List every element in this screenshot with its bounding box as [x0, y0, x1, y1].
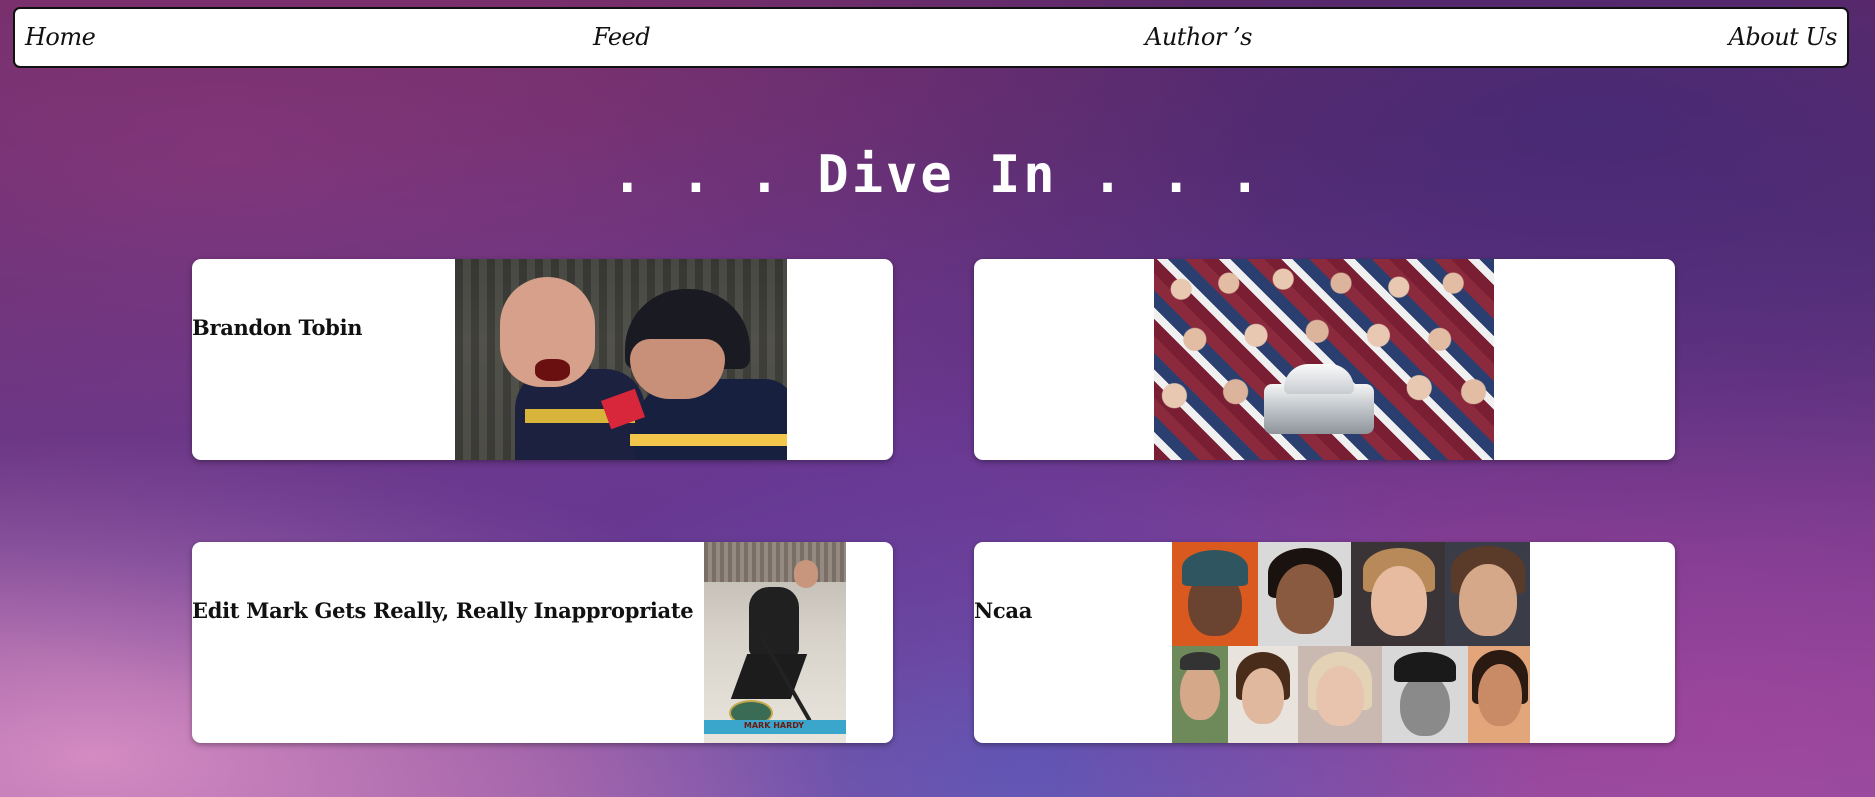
card-image-portrait-collage — [1172, 542, 1530, 743]
card-image-team-celebration — [1154, 259, 1494, 460]
article-card[interactable]: Ncaa — [974, 542, 1675, 743]
card-title: Brandon Tobin — [192, 315, 363, 340]
portrait-tile — [1351, 542, 1445, 646]
top-navbar: Home Feed Author ’s About Us — [13, 7, 1849, 68]
article-card[interactable] — [974, 259, 1675, 460]
page-title: . . . Dive In . . . — [611, 144, 1264, 205]
portrait-tile — [1382, 646, 1468, 743]
article-card[interactable]: Edit Mark Gets Really, Really Inappropri… — [192, 542, 893, 743]
portrait-tile — [1172, 646, 1228, 743]
portrait-tile — [1445, 542, 1530, 646]
article-card[interactable]: Brandon Tobin — [192, 259, 893, 460]
card-title: Edit Mark Gets Really, Really Inappropri… — [192, 598, 694, 623]
nav-home-link[interactable]: Home — [25, 23, 96, 51]
nav-feed-link[interactable]: Feed — [593, 23, 651, 51]
portrait-tile — [1172, 542, 1258, 646]
portrait-tile — [1468, 646, 1530, 743]
card-title: Ncaa — [974, 598, 1032, 623]
nav-about-link[interactable]: About Us — [1729, 23, 1838, 51]
card-image-hockey-fight — [455, 259, 787, 460]
card-image-hockey-trading-card: MARK HARDY — [704, 542, 846, 743]
portrait-tile — [1258, 542, 1351, 646]
portrait-tile — [1298, 646, 1382, 743]
trading-card-name: MARK HARDY — [743, 721, 805, 730]
nav-authors-link[interactable]: Author ’s — [1145, 23, 1252, 51]
portrait-tile — [1228, 646, 1298, 743]
